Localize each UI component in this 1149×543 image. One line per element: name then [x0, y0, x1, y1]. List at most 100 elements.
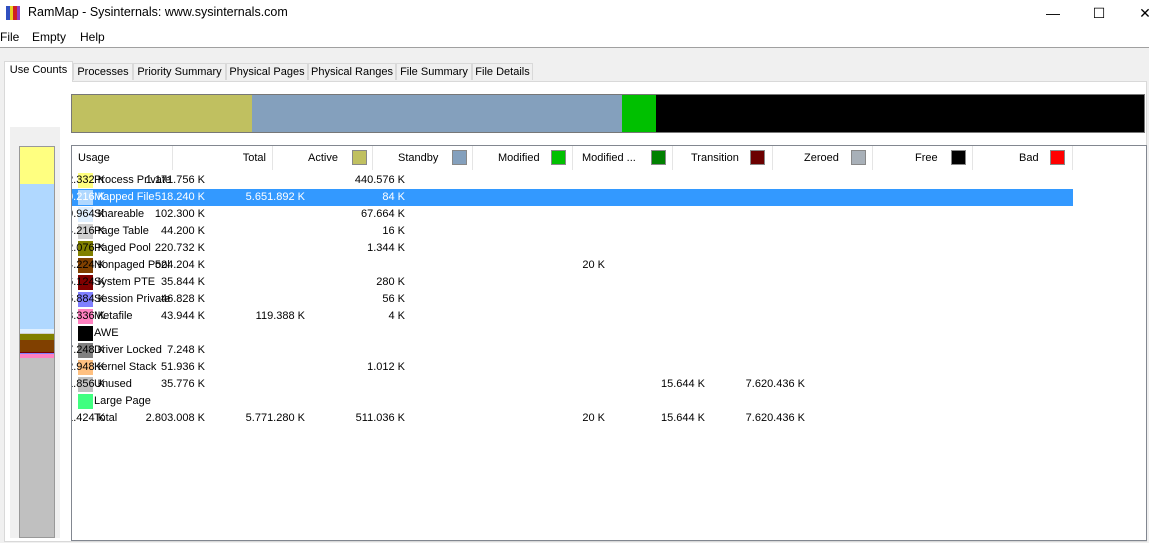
table-row[interactable]: AWE — [72, 325, 1073, 342]
cell-transition: 20 K — [582, 259, 605, 271]
cell-modified: 280 K — [376, 276, 405, 288]
cell-modified: 84 K — [382, 191, 405, 203]
table-row[interactable]: Nonpaged Pool524.224 K524.204 K20 K — [72, 257, 1073, 274]
menu-empty[interactable]: Empty — [32, 30, 66, 44]
table-row[interactable]: Large Page — [72, 393, 1073, 410]
table-row[interactable]: Process Private1.612.332 K1.171.756 K440… — [72, 172, 1073, 189]
cell-modified: 511.036 K — [355, 412, 405, 424]
cell-active: 46.828 K — [160, 293, 205, 305]
table-row[interactable]: Session Private46.884 K 46.828 K 56 K — [72, 291, 1073, 308]
client-area: Use Counts Processes Priority Summary Ph… — [0, 47, 1149, 543]
table-row[interactable]: Paged Pool222.076 K220.732 K1.344 K — [72, 240, 1073, 257]
cell-transition: 20 K — [582, 412, 605, 424]
vbar-mapped-file — [20, 184, 54, 329]
hbar-standby — [252, 95, 622, 132]
modified-no-write-color-swatch — [651, 150, 666, 165]
column-header-total[interactable]: Total — [173, 146, 273, 170]
usage-color-swatch — [78, 394, 93, 409]
hbar-active — [72, 95, 252, 132]
cell-zeroed: 15.644 K — [660, 378, 705, 390]
cell-total: 163.336 K — [72, 310, 105, 322]
column-header-bad[interactable]: Bad — [973, 146, 1073, 170]
cell-active: 102.300 K — [154, 208, 205, 220]
cell-active: 220.732 K — [154, 242, 205, 254]
hbar-free — [656, 95, 1144, 132]
cell-total: 16.721.424 K — [72, 412, 105, 424]
column-header-transition[interactable]: Transition — [673, 146, 773, 170]
table-row[interactable]: Driver Locked7.248 K7.248 K — [72, 342, 1073, 359]
tab-priority-summary[interactable]: Priority Summary — [133, 63, 226, 80]
vbar-process-private — [20, 147, 54, 184]
cell-modified: 67.664 K — [360, 208, 405, 220]
cell-total: 6.170.216 K — [72, 191, 105, 203]
ramMap-window: { "window": { "title": "RamMap - Sysinte… — [0, 0, 1149, 543]
column-header-free[interactable]: Free — [873, 146, 973, 170]
column-header-usage[interactable]: Usage — [72, 146, 173, 170]
cell-total: 524.224 K — [72, 259, 105, 271]
cell-total: 52.948 K — [72, 361, 105, 373]
cell-active: 1.171.756 K — [145, 174, 205, 186]
menu-bar: File Empty Help — [0, 28, 1149, 46]
usage-color-swatch — [78, 326, 93, 341]
table-row[interactable]: Unused7.671.856 K35.776 K15.644 K7.620.4… — [72, 376, 1073, 393]
cell-free: 7.620.436 K — [745, 378, 805, 390]
cell-modified: 4 K — [388, 310, 405, 322]
table-row[interactable]: Metafile163.336 K43.944 K119.388 K4 K — [72, 308, 1073, 325]
tab-physical-ranges[interactable]: Physical Ranges — [308, 63, 396, 80]
cell-total: 7.671.856 K — [72, 378, 105, 390]
cell-active: 524.204 K — [154, 259, 205, 271]
cell-total: 1.612.332 K — [72, 174, 105, 186]
maximize-button[interactable]: ☐ — [1084, 4, 1114, 22]
cell-modified: 1.344 K — [367, 242, 405, 254]
title-bar: RamMap - Sysinternals: www.sysinternals.… — [0, 0, 1149, 26]
rammap-app-icon — [6, 6, 20, 20]
vertical-usage-bar — [19, 146, 55, 538]
tab-strip: Use Counts Processes Priority Summary Ph… — [0, 61, 1149, 82]
close-button[interactable]: ✕ — [1130, 4, 1149, 22]
cell-total: 169.964 K — [72, 208, 105, 220]
horizontal-usage-bar — [71, 94, 1145, 133]
zeroed-color-swatch — [851, 150, 866, 165]
use-counts-panel: Usage Total Active Standby Modified Modi… — [4, 81, 1147, 542]
cell-total: 222.076 K — [72, 242, 105, 254]
cell-active: 2.803.008 K — [145, 412, 205, 424]
table-row[interactable]: Page Table44.216 K44.200 K16 K — [72, 223, 1073, 240]
tab-file-summary[interactable]: File Summary — [396, 63, 472, 80]
table-row[interactable]: System PTE36.124 K35.844 K280 K — [72, 274, 1073, 291]
column-header-zeroed[interactable]: Zeroed — [773, 146, 873, 170]
column-header-modified[interactable]: Modified — [473, 146, 573, 170]
tab-processes[interactable]: Processes — [73, 63, 133, 80]
vbar-nonpaged-pool — [20, 340, 54, 352]
cell-total: 46.884 K — [72, 293, 105, 305]
window-title: RamMap - Sysinternals: www.sysinternals.… — [28, 5, 288, 19]
menu-file[interactable]: File — [0, 30, 19, 44]
cell-active: 7.248 K — [167, 344, 205, 356]
cell-active: 35.844 K — [160, 276, 205, 288]
cell-total: 44.216 K — [72, 225, 105, 237]
tab-use-counts[interactable]: Use Counts — [4, 61, 73, 82]
usage-name-cell: Session Private — [94, 293, 171, 305]
standby-color-swatch — [452, 150, 467, 165]
tab-file-details[interactable]: File Details — [472, 63, 533, 80]
usage-name-cell: Large Page — [94, 395, 151, 407]
column-header-modified-no-write[interactable]: Modified ... — [573, 146, 673, 170]
table-row[interactable]: Total16.721.424 K2.803.008 K5.771.280 K5… — [72, 410, 1073, 427]
table-row[interactable]: Mapped File6.170.216 K518.240 K5.651.892… — [72, 189, 1073, 206]
table-row[interactable]: Kernel Stack52.948 K51.936 K1.012 K — [72, 359, 1073, 376]
cell-standby: 5.771.280 K — [245, 412, 305, 424]
cell-total: 7.248 K — [72, 344, 105, 356]
cell-active: 44.200 K — [160, 225, 205, 237]
cell-modified: 440.576 K — [354, 174, 405, 186]
usage-name-cell: AWE — [94, 327, 119, 339]
minimize-button[interactable]: — — [1038, 4, 1068, 22]
column-header-active[interactable]: Active — [273, 146, 373, 170]
tab-physical-pages[interactable]: Physical Pages — [226, 63, 308, 80]
usage-table: Usage Total Active Standby Modified Modi… — [71, 145, 1147, 541]
cell-free: 7.620.436 K — [745, 412, 805, 424]
cell-active: 518.240 K — [154, 191, 205, 203]
menu-help[interactable]: Help — [80, 30, 105, 44]
cell-modified: 16 K — [382, 225, 405, 237]
cell-modified: 56 K — [382, 293, 405, 305]
column-header-standby[interactable]: Standby — [373, 146, 473, 170]
table-row[interactable]: Shareable169.964 K102.300 K67.664 K — [72, 206, 1073, 223]
